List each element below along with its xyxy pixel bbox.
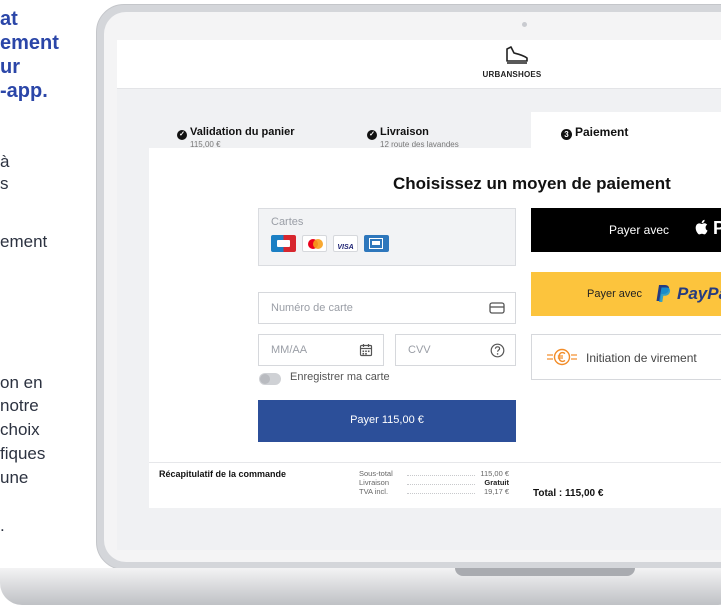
apple-pay-brand: Pay [695, 218, 721, 239]
apple-icon [695, 219, 708, 235]
marketing-body-line: ement [0, 232, 48, 251]
summary-value: 19,17 € [483, 487, 509, 496]
step-delivery[interactable]: ✓ Livraison 12 route des lavandes [367, 122, 459, 158]
step-payment: 3 Paiement [531, 112, 721, 148]
step-number-badge: 3 [561, 129, 572, 140]
marketing-body-line: une [0, 468, 29, 487]
summary-value: 115,00 € [480, 469, 509, 478]
checkout-card: ✓ Validation du panier 115,00 € ✓ Livraiso… [149, 112, 721, 508]
cvv-field[interactable]: CVV [395, 334, 516, 366]
visa-logo-text: VISA [337, 244, 354, 251]
summary-label: TVA incl. [359, 487, 389, 496]
cvv-placeholder: CVV [408, 344, 431, 356]
marketing-body-line: s [0, 174, 9, 193]
brand-logo-text[interactable]: URBANSHOES [457, 70, 567, 79]
order-summary-rows: Sous-total 115,00 € Livraison Gratuit TV… [359, 469, 509, 496]
card-number-placeholder: Numéro de carte [271, 302, 353, 314]
step-title: Paiement [575, 125, 629, 139]
marketing-body-line: notre [0, 396, 39, 415]
paypal-p-icon [656, 285, 671, 302]
card-brand-logos: VISA [271, 235, 389, 252]
mastercard-logo-icon [302, 235, 327, 252]
pay-button-label: Payer 115,00 € [350, 414, 424, 426]
card-number-field[interactable]: Numéro de carte [258, 292, 516, 324]
virement-label: Initiation de virement [586, 351, 697, 365]
cards-label: Cartes [271, 216, 304, 228]
cards-option[interactable]: Cartes VISA [258, 208, 516, 266]
order-summary-title: Récapitulatif de la commande [159, 469, 287, 479]
summary-label: Sous-total [359, 469, 393, 478]
dotted-leader [407, 484, 475, 485]
save-card-toggle[interactable] [259, 373, 281, 385]
dotted-leader [407, 493, 475, 494]
apple-pay-brand-text: Pay [713, 218, 721, 238]
step-cart[interactable]: ✓ Validation du panier 115,00 € [177, 122, 295, 158]
marketing-body-line: à [0, 152, 10, 171]
marketing-heading-line: -app. [0, 80, 48, 102]
step-title: Livraison [380, 126, 429, 138]
virement-button[interactable]: Initiation de virement [531, 334, 721, 380]
marketing-body-line: choix [0, 420, 40, 439]
marketing-body-line: . [0, 516, 5, 535]
apple-pay-label: Payer avec [609, 223, 670, 237]
paypal-label: Payer avec [587, 288, 643, 300]
pay-button[interactable]: Payer 115,00 € [258, 400, 516, 442]
order-total: Total : 115,00 € [533, 488, 604, 499]
summary-value: Gratuit [484, 478, 509, 487]
apple-pay-button[interactable]: Payer avec Pay [531, 208, 721, 252]
checkout-steps: ✓ Validation du panier 115,00 € ✓ Livraiso… [149, 112, 721, 149]
marketing-heading-line: at [0, 8, 18, 30]
paypal-brand: PayPal [677, 284, 721, 303]
check-icon: ✓ [367, 130, 377, 140]
marketing-heading-line: ur [0, 56, 20, 78]
shoe-icon [506, 46, 528, 64]
summary-row: TVA incl. 19,17 € [359, 487, 509, 496]
summary-divider [149, 462, 721, 463]
summary-label: Livraison [359, 478, 390, 487]
check-icon: ✓ [177, 130, 187, 140]
site-header: URBANSHOES [117, 40, 721, 89]
credit-card-icon [489, 302, 505, 314]
euro-transfer-icon [547, 348, 577, 366]
visa-logo-icon: VISA [333, 235, 358, 252]
payment-heading: Choisissez un moyen de paiement [393, 174, 671, 193]
paypal-button[interactable]: Payer avec PayPal [531, 272, 721, 316]
expiry-placeholder: MM/AA [271, 344, 308, 356]
step-subtitle: 12 route des lavandes [380, 140, 459, 149]
dotted-leader [407, 475, 475, 476]
step-subtitle: 115,00 € [190, 140, 221, 149]
cb-logo-icon [271, 235, 296, 252]
calendar-icon [359, 344, 373, 357]
webcam [522, 22, 527, 27]
marketing-heading-line: ement [0, 32, 59, 54]
step-title: Validation du panier [190, 126, 295, 138]
expiry-field[interactable]: MM/AA [258, 334, 384, 366]
summary-row: Livraison Gratuit [359, 478, 509, 487]
laptop-base-notch [455, 568, 635, 576]
help-icon[interactable] [490, 343, 505, 358]
marketing-body-line: fiques [0, 444, 46, 463]
summary-row: Sous-total 115,00 € [359, 469, 509, 478]
marketing-body-line: on en [0, 373, 43, 392]
amex-logo-icon [364, 235, 389, 252]
laptop-screen: URBANSHOES ✓ Validation du panier 115,00 … [117, 40, 721, 550]
save-card-label: Enregistrer ma carte [290, 371, 390, 383]
